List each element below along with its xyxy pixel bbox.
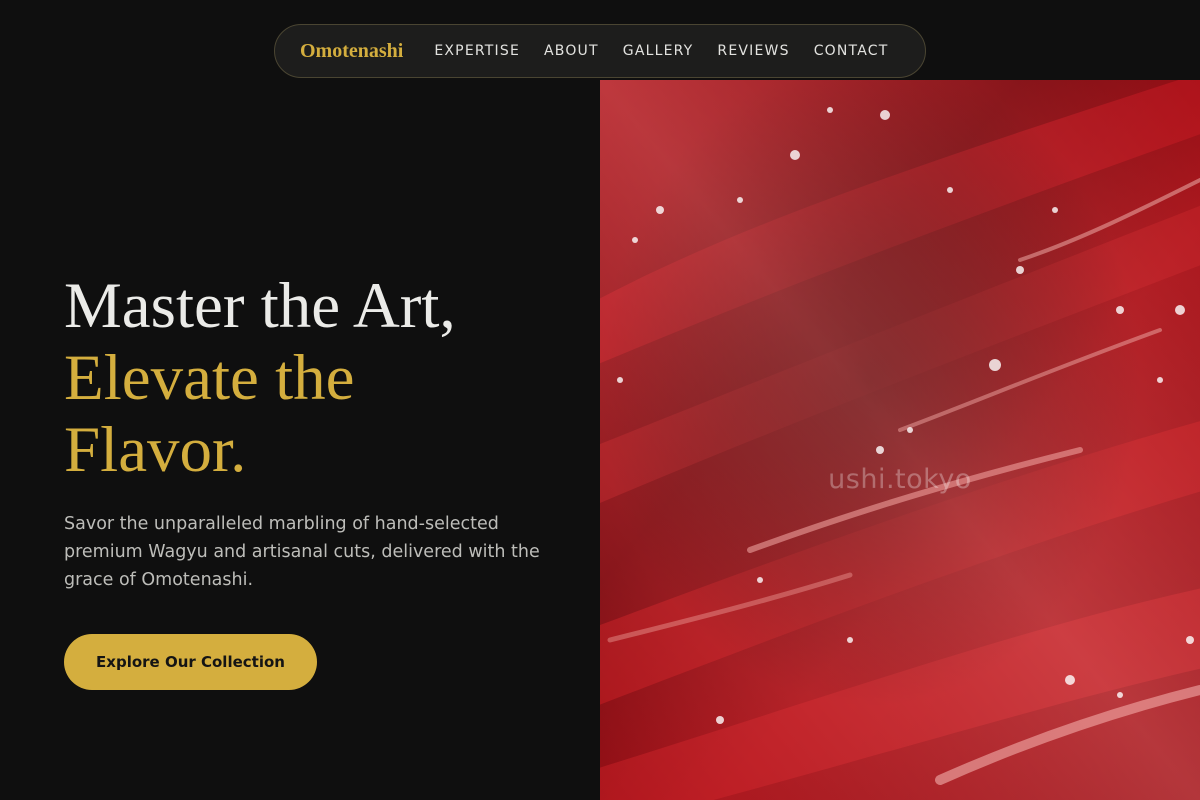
headline-line-1: Master the Art,	[64, 270, 456, 342]
brand-logo[interactable]: Omotenashi	[300, 40, 403, 63]
explore-collection-button[interactable]: Explore Our Collection	[64, 634, 317, 690]
hero-subtext: Savor the unparalleled marbling of hand-…	[64, 514, 540, 590]
nav-links: EXPERTISE ABOUT GALLERY REVIEWS CONTACT	[434, 43, 888, 59]
nav-link-contact[interactable]: CONTACT	[814, 43, 889, 59]
hero-headline: Master the Art, Elevate the Flavor.	[64, 270, 456, 486]
hero-meat-image: ushi.tokyo	[600, 80, 1200, 800]
nav-link-expertise[interactable]: EXPERTISE	[434, 43, 520, 59]
nav-link-gallery[interactable]: GALLERY	[623, 43, 694, 59]
headline-line-3: Flavor.	[64, 414, 247, 486]
image-watermark: ushi.tokyo	[828, 464, 972, 495]
nav-link-about[interactable]: ABOUT	[544, 43, 599, 59]
top-navigation: Omotenashi EXPERTISE ABOUT GALLERY REVIE…	[274, 24, 926, 78]
headline-line-2: Elevate the	[64, 342, 355, 414]
nav-link-reviews[interactable]: REVIEWS	[717, 43, 789, 59]
